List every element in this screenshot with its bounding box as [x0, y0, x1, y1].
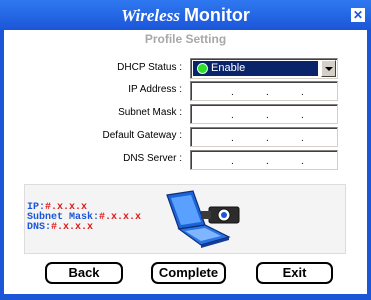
ip-dot-3: . — [301, 87, 304, 98]
close-icon: ✕ — [352, 8, 364, 22]
window-title: Wireless Monitor — [0, 5, 371, 26]
subnet-mask-label: Subnet Mask : — [118, 107, 182, 118]
laptop-icon — [166, 190, 240, 248]
subnet-dot-1: . — [231, 110, 234, 121]
page-subtitle: Profile Setting — [144, 32, 227, 46]
dns-server-label: DNS Server : — [123, 153, 182, 164]
dhcp-selected-value: Enable — [193, 61, 318, 76]
dhcp-status-select[interactable]: Enable — [190, 58, 338, 79]
ip-dot-1: . — [231, 87, 234, 98]
title-bar: Wireless Monitor ✕ — [0, 0, 371, 30]
ip-address-field[interactable]: . . . — [190, 81, 338, 101]
dhcp-dropdown-button[interactable] — [321, 60, 336, 77]
title-monitor: Monitor — [183, 5, 250, 25]
default-gateway-field[interactable]: . . . — [190, 127, 338, 147]
dns-dot-3: . — [301, 156, 304, 167]
ip-address-label: IP Address : — [128, 84, 182, 95]
subnet-dot-3: . — [301, 110, 304, 121]
chevron-down-icon — [325, 67, 333, 71]
dns-server-field[interactable]: . . . — [190, 150, 338, 170]
subnet-dot-2: . — [266, 110, 269, 121]
back-button[interactable]: Back — [45, 262, 123, 284]
title-wireless: Wireless — [121, 6, 180, 25]
gateway-dot-1: . — [231, 133, 234, 144]
info-dns-line: DNS:#.x.x.x — [27, 223, 93, 233]
exit-button[interactable]: Exit — [256, 262, 333, 284]
close-button[interactable]: ✕ — [351, 8, 365, 22]
subnet-mask-field[interactable]: . . . — [190, 104, 338, 124]
complete-button[interactable]: Complete — [151, 262, 226, 284]
dns-dot-1: . — [231, 156, 234, 167]
info-panel: IP:#.x.x.x Subnet Mask:#.x.x.x DNS:#.x.x… — [24, 184, 346, 254]
info-dns-key: DNS: — [27, 222, 52, 233]
dhcp-value: Enable — [211, 62, 246, 74]
info-subnet-value: #.x.x.x — [99, 212, 142, 223]
dns-dot-2: . — [266, 156, 269, 167]
dialog-body: Profile Setting DHCP Status : Enable IP … — [4, 30, 367, 294]
app-window: Wireless Monitor ✕ Profile Setting DHCP S… — [0, 0, 371, 300]
default-gateway-label: Default Gateway : — [102, 130, 182, 141]
ip-dot-2: . — [266, 87, 269, 98]
gateway-dot-3: . — [301, 133, 304, 144]
info-dns-value: #.x.x.x — [51, 222, 94, 233]
gateway-dot-2: . — [266, 133, 269, 144]
status-led-icon — [197, 63, 208, 74]
dhcp-label: DHCP Status : — [117, 62, 182, 73]
